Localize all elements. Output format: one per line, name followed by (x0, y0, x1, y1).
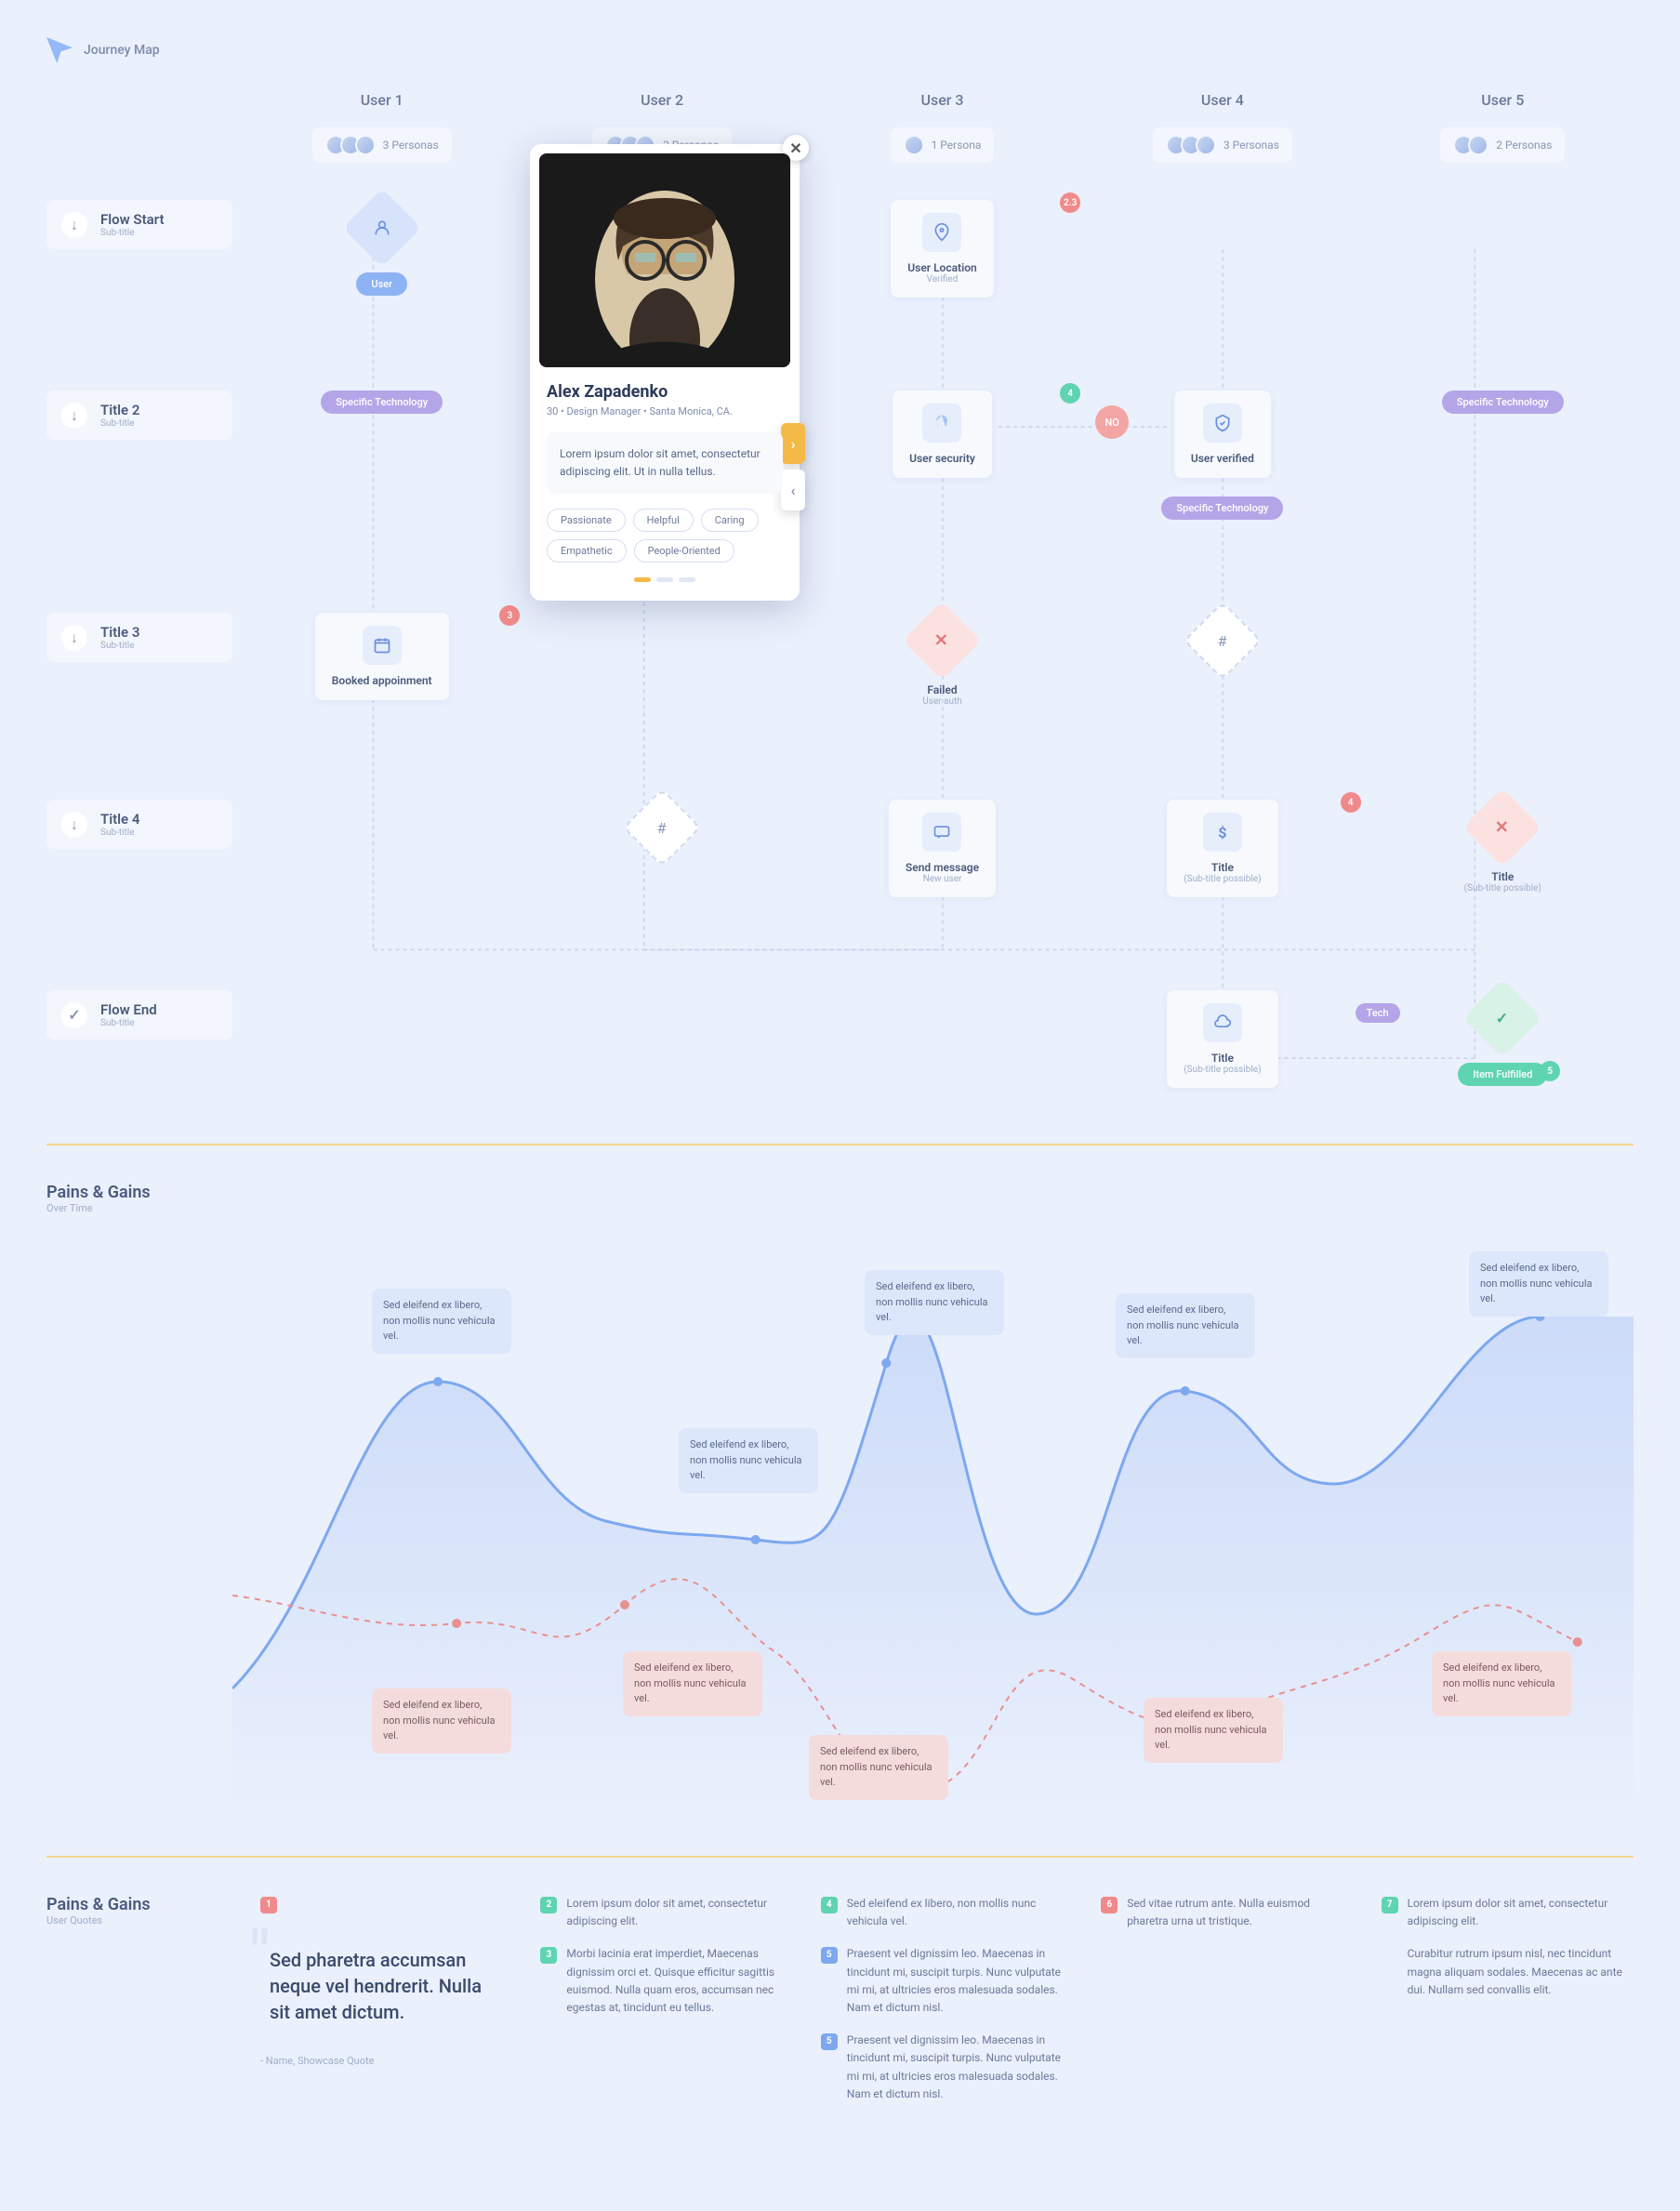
pin-icon (933, 223, 951, 242)
section-divider (46, 1144, 1634, 1145)
quote-col-3: 4Sed eleifend ex libero, non mollis nunc… (821, 1895, 1073, 2118)
persona-meta: 30 • Design Manager • Santa Monica, CA. (539, 405, 790, 417)
quotes-sub: User Quotes (46, 1914, 232, 1926)
next-persona-button[interactable]: › (781, 423, 805, 464)
booked-node[interactable]: 3Booked appoinment (315, 613, 449, 700)
persona-chip-3[interactable]: 1 Persona (891, 127, 995, 163)
arrow-down-icon: ↓ (61, 812, 87, 838)
pain-tooltip: Sed eleifend ex libero, non mollis nunc … (1432, 1651, 1571, 1716)
persona-chip-1[interactable]: 3 Personas (312, 127, 452, 163)
pagination-dots[interactable] (539, 577, 790, 591)
hash-diamond-2[interactable]: # (623, 788, 702, 867)
pain-tooltip: Sed eleifend ex libero, non mollis nunc … (623, 1651, 762, 1716)
pain-tooltip: Sed eleifend ex libero, non mollis nunc … (372, 1688, 511, 1754)
row-label-3: ↓ Title 3Sub-title (46, 613, 232, 662)
row-label-start: ↓ Flow StartSub-title (46, 200, 232, 249)
persona-chip-4[interactable]: 3 Personas (1153, 127, 1292, 163)
check-icon: ✓ (61, 1002, 87, 1028)
gain-tooltip: Sed eleifend ex libero, non mollis nunc … (372, 1289, 511, 1354)
persona-quote: Lorem ipsum dolor sit amet, consectetur … (547, 432, 783, 494)
tech-pill-3: Specific Technology (1442, 391, 1564, 414)
persona-chip-5[interactable]: 2 Personas (1440, 127, 1565, 163)
row-label-4: ↓ Title 4Sub-title (46, 800, 232, 849)
persona-name: Alex Zapadenko (539, 382, 790, 402)
quote-col-5: 7Lorem ipsum dolor sit amet, consectetur… (1382, 1895, 1634, 2118)
quote-col-2: 2Lorem ipsum dolor sit amet, consectetur… (540, 1895, 792, 2118)
x-icon: ✕ (1496, 818, 1510, 838)
main-quote: Sed pharetra accumsan neque vel hendreri… (260, 1928, 512, 2044)
pains-gains-chart: Sed eleifend ex libero, non mollis nunc … (232, 1242, 1634, 1819)
check-icon: ✓ (1497, 1010, 1509, 1027)
arrow-down-icon: ↓ (61, 212, 87, 238)
security-node[interactable]: 4User security (893, 391, 992, 478)
hash-diamond-1[interactable]: # (1183, 602, 1262, 681)
quote-col-4: 6Sed vitae rutrum ante. Nulla euismod ph… (1101, 1895, 1353, 2118)
user-col-3: User 3 (812, 91, 1073, 109)
dollar-node[interactable]: 4$Title(Sub-title possible) (1167, 800, 1277, 897)
success-diamond[interactable]: ✓ (1463, 979, 1542, 1058)
failed-diamond-2[interactable]: ✕ (1463, 788, 1542, 867)
gain-tooltip: Sed eleifend ex libero, non mollis nunc … (1116, 1293, 1255, 1358)
quote-attribution: - Name, Showcase Quote (260, 2055, 512, 2067)
tech-pill-1: Specific Technology (321, 391, 443, 414)
user-col-2: User 2 (531, 91, 792, 109)
dollar-icon: $ (1218, 824, 1226, 841)
pains-sub: Over Time (46, 1202, 1634, 1214)
fulfilled-pill: Item Fulfilled5 (1458, 1063, 1547, 1086)
gain-tooltip: Sed eleifend ex libero, non mollis nunc … (679, 1428, 818, 1493)
tech-pill-2: Specific Technology (1161, 496, 1283, 520)
user-col-5: User 5 (1372, 91, 1634, 109)
arrow-down-icon: ↓ (61, 403, 87, 429)
verified-node[interactable]: User verified (1174, 391, 1271, 478)
calendar-icon (373, 636, 391, 655)
section-divider (46, 1856, 1634, 1858)
persona-photo (539, 153, 790, 367)
failed-diamond[interactable]: ✕ (903, 602, 982, 681)
shield-icon (1213, 414, 1232, 432)
row-label-2: ↓ Title 2Sub-title (46, 391, 232, 440)
pain-tooltip: Sed eleifend ex libero, non mollis nunc … (1144, 1698, 1283, 1763)
user-col-4: User 4 (1091, 91, 1353, 109)
pain-tooltip: Sed eleifend ex libero, non mollis nunc … (809, 1735, 948, 1800)
fingerprint-icon (933, 414, 951, 432)
persona-tags: Passionate Helpful Caring Empathetic Peo… (539, 509, 790, 577)
logo-icon (46, 37, 73, 63)
row-label-end: ✓ Flow EndSub-title (46, 990, 232, 1039)
x-icon: ✕ (935, 631, 949, 651)
message-icon (933, 823, 951, 841)
cloud-icon (1213, 1013, 1232, 1032)
quotes-title: Pains & Gains (46, 1895, 232, 1914)
persona-popup: ✕ › ‹ Alex Zapadenko 30 • Design Manager… (530, 144, 800, 601)
location-node[interactable]: 2.3User LocationVerified (891, 200, 993, 298)
prev-persona-button[interactable]: ‹ (781, 470, 805, 510)
user-col-1: User 1 (251, 91, 512, 109)
brand-label: Journey Map (84, 43, 160, 58)
pains-title: Pains & Gains (46, 1183, 1634, 1202)
user-diamond[interactable] (342, 189, 421, 268)
user-pill: User (356, 272, 407, 296)
cloud-node[interactable]: Title(Sub-title possible) (1167, 990, 1277, 1088)
gain-tooltip: Sed eleifend ex libero, non mollis nunc … (1469, 1251, 1608, 1317)
message-node[interactable]: Send messageNew user (889, 800, 996, 897)
arrow-down-icon: ↓ (61, 625, 87, 651)
gain-tooltip: Sed eleifend ex libero, non mollis nunc … (865, 1270, 1004, 1335)
